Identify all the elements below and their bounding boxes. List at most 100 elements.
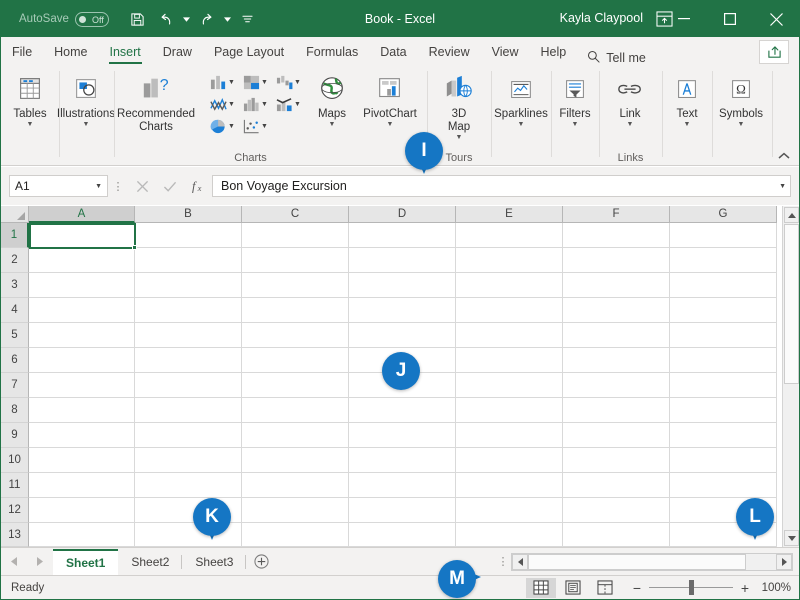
cell-D4[interactable] <box>349 298 456 323</box>
fill-handle[interactable] <box>132 245 137 250</box>
cell-D12[interactable] <box>349 498 456 523</box>
cell-B9[interactable] <box>135 423 242 448</box>
cell-F6[interactable] <box>563 348 670 373</box>
share-button[interactable] <box>759 40 789 64</box>
scatter-chart-dropdown-caret-icon[interactable]: ▼ <box>260 116 269 137</box>
cell-B7[interactable] <box>135 373 242 398</box>
cell-C13[interactable] <box>242 523 349 547</box>
maps-dropdown-caret-icon[interactable]: ▼ <box>329 121 336 129</box>
save-icon[interactable] <box>125 6 151 32</box>
pivotchart-button[interactable]: PivotChart ▼ <box>358 70 422 129</box>
scroll-up-icon[interactable] <box>784 207 799 223</box>
tell-me-box[interactable]: Tell me <box>587 50 646 66</box>
cell-A12[interactable] <box>29 498 135 523</box>
cell-D3[interactable] <box>349 273 456 298</box>
3d-map-dropdown-caret-icon[interactable]: ▼ <box>456 134 463 142</box>
cell-C1[interactable] <box>242 223 349 248</box>
cell-E5[interactable] <box>456 323 563 348</box>
collapse-ribbon-icon[interactable] <box>777 149 791 163</box>
line-chart-dropdown-caret-icon[interactable]: ▼ <box>227 94 236 115</box>
cell-A7[interactable] <box>29 373 135 398</box>
pie-chart-dropdown-caret-icon[interactable]: ▼ <box>227 116 236 137</box>
cell-E2[interactable] <box>456 248 563 273</box>
vertical-scroll-thumb[interactable] <box>784 224 799 384</box>
cell-E11[interactable] <box>456 473 563 498</box>
cell-G7[interactable] <box>670 373 777 398</box>
redo-icon[interactable] <box>194 6 220 32</box>
row-header-10[interactable]: 10 <box>1 448 29 473</box>
add-sheet-icon[interactable] <box>246 549 276 575</box>
column-header-g[interactable]: G <box>670 206 777 223</box>
next-sheet-arrow-icon[interactable] <box>27 549 53 575</box>
symbols-dropdown-caret-icon[interactable]: ▼ <box>738 121 745 129</box>
illustrations-button[interactable]: Illustrations ▼ <box>54 70 118 129</box>
column-header-d[interactable]: D <box>349 206 456 223</box>
tab-view[interactable]: View <box>481 37 530 66</box>
cell-F2[interactable] <box>563 248 670 273</box>
recommended-charts-button[interactable]: ? Recommended Charts <box>117 70 195 134</box>
zoom-slider-thumb[interactable] <box>689 580 694 595</box>
cell-D10[interactable] <box>349 448 456 473</box>
tables-button[interactable]: Tables ▼ <box>0 70 62 129</box>
cell-E10[interactable] <box>456 448 563 473</box>
cell-B1[interactable] <box>135 223 242 248</box>
column-chart-icon[interactable] <box>207 72 229 93</box>
cell-A4[interactable] <box>29 298 135 323</box>
cell-F10[interactable] <box>563 448 670 473</box>
row-header-5[interactable]: 5 <box>1 323 29 348</box>
zoom-level-label[interactable]: 100% <box>757 582 791 594</box>
cell-E1[interactable] <box>456 223 563 248</box>
zoom-slider[interactable] <box>649 580 733 595</box>
histogram-chart-icon[interactable] <box>240 94 262 115</box>
cell-E4[interactable] <box>456 298 563 323</box>
cell-E8[interactable] <box>456 398 563 423</box>
row-header-3[interactable]: 3 <box>1 273 29 298</box>
insert-function-icon[interactable]: fx <box>184 174 212 198</box>
undo-icon[interactable] <box>153 6 179 32</box>
cell-B4[interactable] <box>135 298 242 323</box>
cell-B5[interactable] <box>135 323 242 348</box>
cell-D1[interactable] <box>349 223 456 248</box>
cell-C10[interactable] <box>242 448 349 473</box>
cell-D2[interactable] <box>349 248 456 273</box>
horizontal-scroll-track[interactable] <box>528 553 776 570</box>
row-header-13[interactable]: 13 <box>1 523 29 547</box>
scatter-chart-icon[interactable] <box>240 116 262 137</box>
tab-page-layout[interactable]: Page Layout <box>203 37 295 66</box>
filters-dropdown-caret-icon[interactable]: ▼ <box>572 121 579 129</box>
pivotchart-dropdown-caret-icon[interactable]: ▼ <box>387 121 394 129</box>
cell-A10[interactable] <box>29 448 135 473</box>
cell-G6[interactable] <box>670 348 777 373</box>
tab-draw[interactable]: Draw <box>152 37 203 66</box>
horizontal-scrollbar[interactable] <box>511 552 793 571</box>
cell-B11[interactable] <box>135 473 242 498</box>
cell-E3[interactable] <box>456 273 563 298</box>
minimize-button[interactable] <box>661 1 707 37</box>
row-header-12[interactable]: 12 <box>1 498 29 523</box>
cell-B2[interactable] <box>135 248 242 273</box>
cell-D8[interactable] <box>349 398 456 423</box>
cell-G11[interactable] <box>670 473 777 498</box>
tables-dropdown-caret-icon[interactable]: ▼ <box>27 121 34 129</box>
page-layout-view-icon[interactable] <box>558 578 588 598</box>
column-header-c[interactable]: C <box>242 206 349 223</box>
illustrations-dropdown-caret-icon[interactable]: ▼ <box>83 121 90 129</box>
column-header-a[interactable]: A <box>29 206 135 223</box>
cell-C7[interactable] <box>242 373 349 398</box>
histogram-chart-dropdown-caret-icon[interactable]: ▼ <box>260 94 269 115</box>
cell-E7[interactable] <box>456 373 563 398</box>
maps-button[interactable]: Maps ▼ <box>307 70 357 129</box>
cell-A2[interactable] <box>29 248 135 273</box>
cell-A5[interactable] <box>29 323 135 348</box>
undo-dropdown-caret-icon[interactable] <box>181 6 192 32</box>
tab-review[interactable]: Review <box>418 37 481 66</box>
waterfall-chart-icon[interactable] <box>273 72 295 93</box>
zoom-in-button[interactable]: + <box>740 580 750 596</box>
row-header-2[interactable]: 2 <box>1 248 29 273</box>
cancel-icon[interactable] <box>128 174 156 198</box>
cell-F12[interactable] <box>563 498 670 523</box>
cell-C6[interactable] <box>242 348 349 373</box>
cell-G10[interactable] <box>670 448 777 473</box>
row-header-1[interactable]: 1 <box>1 223 29 248</box>
tab-file[interactable]: File <box>1 37 43 66</box>
